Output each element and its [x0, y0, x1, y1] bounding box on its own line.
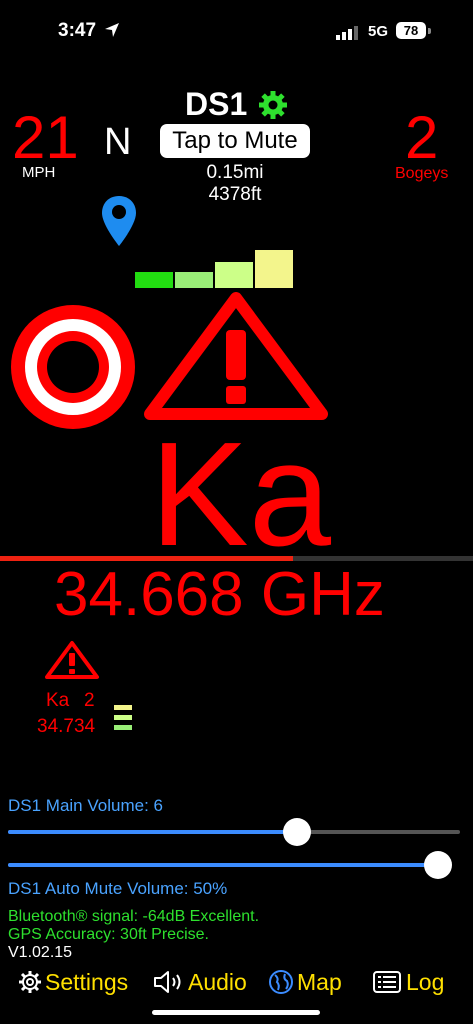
radar-target-icon [11, 305, 135, 429]
home-indicator [152, 1010, 320, 1015]
settings-gear-icon [19, 971, 41, 993]
auto-mute-volume-thumb[interactable] [424, 851, 452, 879]
battery-tip [428, 28, 431, 34]
location-arrow-icon [105, 23, 119, 37]
gear-icon[interactable] [258, 90, 288, 120]
tap-to-mute-button[interactable]: Tap to Mute [160, 124, 310, 158]
speaker-icon [154, 971, 181, 993]
nav-settings-label: Settings [45, 968, 129, 995]
globe-icon [269, 970, 293, 994]
strength-bar-1 [135, 272, 173, 288]
bluetooth-status: Bluetooth® signal: -64dB Excellent. [8, 908, 260, 925]
strength-bar-3 [215, 262, 253, 288]
secondary-alert-frequency: 34.734 [37, 716, 96, 737]
nav-map-label: Map [297, 968, 342, 995]
cellular-signal-icon [336, 26, 358, 40]
list-icon [373, 971, 401, 993]
nav-settings[interactable]: Settings [18, 966, 128, 998]
warning-icon [144, 292, 328, 420]
alert-band: Ka [150, 412, 332, 577]
app-version: V1.02.15 [8, 944, 73, 961]
secondary-alert-count: 2 [84, 690, 95, 711]
gps-accuracy: GPS Accuracy: 30ft Precise. [8, 926, 209, 943]
secondary-strength-bars [114, 705, 132, 730]
bogey-count: 2 [405, 104, 439, 171]
alert-frequency: 34.668 GHz [54, 560, 385, 629]
bogey-label: Bogeys [395, 165, 449, 182]
distance-miles: 0.15mi [206, 162, 264, 183]
nav-log[interactable]: Log [372, 966, 444, 998]
map-pin-icon[interactable] [100, 194, 138, 248]
strength-bar-2 [175, 272, 213, 288]
main-volume-thumb[interactable] [283, 818, 312, 846]
battery-icon: 78 [396, 22, 426, 39]
compass-heading: N [104, 121, 132, 163]
secondary-warning-icon [45, 641, 99, 679]
network-type: 5G [368, 23, 389, 40]
strength-bar-4 [255, 250, 293, 288]
auto-mute-volume-label: DS1 Auto Mute Volume: 50% [8, 879, 228, 898]
status-time: 3:47 [58, 20, 97, 41]
distance-readout: 0.15mi 4378ft [160, 162, 310, 206]
device-name: DS1 [185, 86, 248, 122]
main-volume-label: DS1 Main Volume: 6 [8, 796, 163, 815]
distance-feet: 4378ft [208, 184, 262, 205]
speed-unit: MPH [22, 164, 56, 181]
nav-audio-label: Audio [188, 968, 247, 995]
secondary-alert-band: Ka [46, 690, 70, 711]
nav-map[interactable]: Map [268, 966, 342, 998]
signal-strength-bars [135, 250, 293, 288]
auto-mute-volume-fill [8, 863, 438, 867]
nav-log-label: Log [406, 968, 445, 995]
speed-value: 21 [12, 104, 79, 171]
main-volume-fill [8, 830, 298, 834]
nav-audio[interactable]: Audio [152, 966, 247, 998]
